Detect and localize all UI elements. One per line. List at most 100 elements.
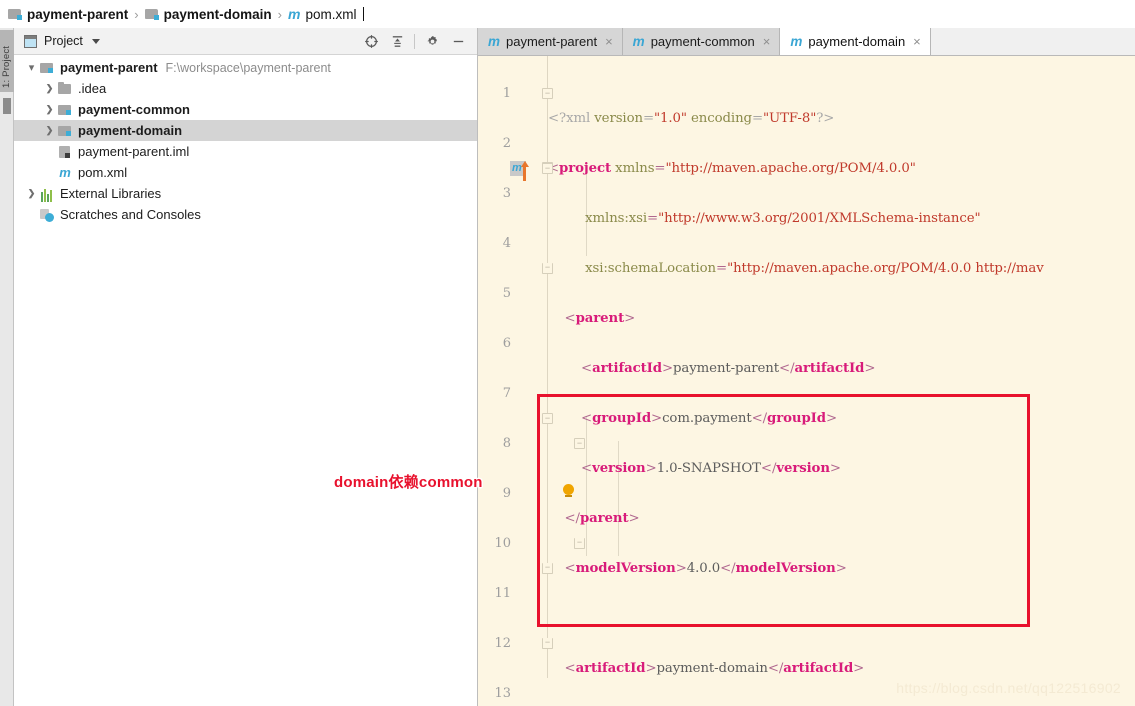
line-number: 7 <box>502 386 511 401</box>
line-number: 1 <box>502 86 511 101</box>
code-line: 12 <artifactId>payment-domain</artifactI… <box>478 606 1135 676</box>
tree-item-path: F:\workspace\payment-parent <box>165 60 331 75</box>
intention-bulb-icon[interactable] <box>563 484 575 499</box>
tree-item-label: pom.xml <box>78 165 128 180</box>
tree-item-label: .idea <box>78 81 107 96</box>
breadcrumb-label: payment-parent <box>27 6 129 22</box>
gear-glyph <box>427 35 437 45</box>
project-tree: payment-parent F:\workspace\payment-pare… <box>14 55 477 225</box>
tree-item-external-libraries[interactable]: External Libraries <box>14 183 477 204</box>
breadcrumb: payment-parent › payment-domain › m pom.… <box>0 0 1135 28</box>
code-line: 4 xsi:schemaLocation="http://maven.apach… <box>478 206 1135 276</box>
fold-marker-line15[interactable]: − <box>542 413 553 424</box>
breadcrumb-separator-icon: › <box>277 6 282 22</box>
code-lines: 1 <?xml version="1.0" encoding="UTF-8"?>… <box>478 56 1135 701</box>
hide-window-icon[interactable] <box>445 28 471 54</box>
watermark: https://blog.csdn.net/qq122516902 <box>896 680 1121 696</box>
bulb-base <box>565 495 572 497</box>
breadcrumb-item-payment-domain[interactable]: payment-domain <box>144 6 272 22</box>
close-icon[interactable]: × <box>763 34 771 49</box>
line-number: 13 <box>494 686 511 701</box>
maven-m-icon: m <box>488 33 501 49</box>
tree-item-label: External Libraries <box>60 186 162 201</box>
chevron-down-icon[interactable] <box>24 61 39 74</box>
stripe-tab-project[interactable]: 1: Project <box>0 30 14 92</box>
code-line: 5 <parent> <box>478 256 1135 326</box>
breadcrumb-label: pom.xml <box>305 6 357 22</box>
fold-marker-line5[interactable]: − <box>542 163 553 174</box>
breadcrumb-item-pom-xml[interactable]: m pom.xml <box>287 6 365 22</box>
line-number: 3 <box>502 186 511 201</box>
iml-file-icon <box>57 144 73 160</box>
editor-tab-payment-common[interactable]: m payment-common × <box>622 28 781 55</box>
maven-m-icon: m <box>59 164 71 180</box>
project-window-icon <box>24 34 37 48</box>
chevron-right-icon[interactable] <box>42 83 57 94</box>
maven-m-icon: m <box>287 6 301 22</box>
tree-item-idea[interactable]: .idea <box>14 78 477 99</box>
code-line: 2 <project xmlns="http://maven.apache.or… <box>478 106 1135 176</box>
breadcrumb-label: payment-domain <box>163 6 272 22</box>
code-editor[interactable]: 1 <?xml version="1.0" encoding="UTF-8"?>… <box>478 56 1135 706</box>
editor-tab-bar: m payment-parent × m payment-common × m … <box>478 28 1135 56</box>
tree-item-payment-parent[interactable]: payment-parent F:\workspace\payment-pare… <box>14 57 477 78</box>
editor-tab-label: payment-common <box>650 34 755 49</box>
module-folder-icon <box>8 8 22 20</box>
maven-reimport-icon[interactable]: m <box>510 161 532 181</box>
fold-marker-line20[interactable]: − <box>574 538 585 549</box>
fold-marker-line24[interactable]: − <box>542 638 553 649</box>
project-tool-window: Project ▾ payment-parent F:\workspace\pa… <box>14 28 478 706</box>
chevron-right-icon[interactable] <box>42 104 57 115</box>
tree-item-payment-parent-iml[interactable]: payment-parent.iml <box>14 141 477 162</box>
tree-item-payment-domain[interactable]: payment-domain <box>14 120 477 141</box>
line-number: 2 <box>502 136 511 151</box>
editor-tab-payment-parent[interactable]: m payment-parent × <box>478 28 623 55</box>
tree-item-payment-common[interactable]: payment-common <box>14 99 477 120</box>
editor-tab-payment-domain[interactable]: m payment-domain × <box>780 28 931 55</box>
chevron-right-icon[interactable] <box>24 188 39 199</box>
breadcrumb-item-payment-parent[interactable]: payment-parent <box>8 7 128 22</box>
scratches-icon <box>39 207 55 223</box>
locate-icon[interactable] <box>358 28 384 54</box>
code-line: 11 <box>478 556 1135 601</box>
project-panel-title: Project <box>44 34 83 48</box>
fold-marker-line2[interactable]: − <box>542 88 553 99</box>
libraries-icon <box>39 186 55 202</box>
tree-item-label: payment-parent.iml <box>78 144 190 159</box>
module-folder-icon <box>144 8 159 20</box>
fold-marker-line9[interactable]: − <box>542 263 553 274</box>
scrollbar-thumb[interactable] <box>3 98 11 114</box>
close-icon[interactable]: × <box>605 34 613 49</box>
line-number: 5 <box>502 286 511 301</box>
settings-gear-icon[interactable] <box>419 28 445 54</box>
editor-tab-label: payment-parent <box>506 34 598 49</box>
code-line: 9 </parent> <box>478 456 1135 526</box>
tree-item-pom-xml[interactable]: m pom.xml <box>14 162 477 183</box>
close-icon[interactable]: × <box>913 34 921 49</box>
locate-glyph <box>364 34 378 48</box>
code-line: 1 <?xml version="1.0" encoding="UTF-8"?> <box>478 56 1135 126</box>
line-number: 4 <box>502 236 511 251</box>
code-line: 10 <modelVersion>4.0.0</modelVersion> <box>478 506 1135 576</box>
editor-tab-label: payment-domain <box>808 34 906 49</box>
chevron-right-icon[interactable] <box>42 125 57 136</box>
code-line: 8 <version>1.0-SNAPSHOT</version> <box>478 406 1135 476</box>
code-line: 7 <groupId>com.payment</groupId> <box>478 356 1135 426</box>
line-number: 8 <box>502 436 511 451</box>
code-line: 3 xmlns:xsi="http://www.w3.org/2001/XMLS… <box>478 156 1135 226</box>
fold-marker-line21[interactable]: − <box>542 563 553 574</box>
fold-marker-line16[interactable]: − <box>574 438 585 449</box>
line-number: 12 <box>494 636 511 651</box>
module-folder-icon <box>39 60 55 76</box>
code-line: 6 <artifactId>payment-parent</artifactId… <box>478 306 1135 376</box>
bulb-glass <box>563 484 574 495</box>
breadcrumb-separator-icon: › <box>134 6 139 22</box>
project-panel-header: Project <box>14 28 477 55</box>
tree-item-scratches-and-consoles[interactable]: Scratches and Consoles <box>14 204 477 225</box>
minimize-glyph <box>453 40 463 42</box>
annotation-text: domain依赖common <box>334 474 483 491</box>
stripe-tab-label: 1: Project <box>1 45 12 88</box>
collapse-all-icon[interactable] <box>384 28 410 54</box>
module-folder-icon <box>57 123 73 139</box>
chevron-down-icon[interactable] <box>91 38 100 44</box>
